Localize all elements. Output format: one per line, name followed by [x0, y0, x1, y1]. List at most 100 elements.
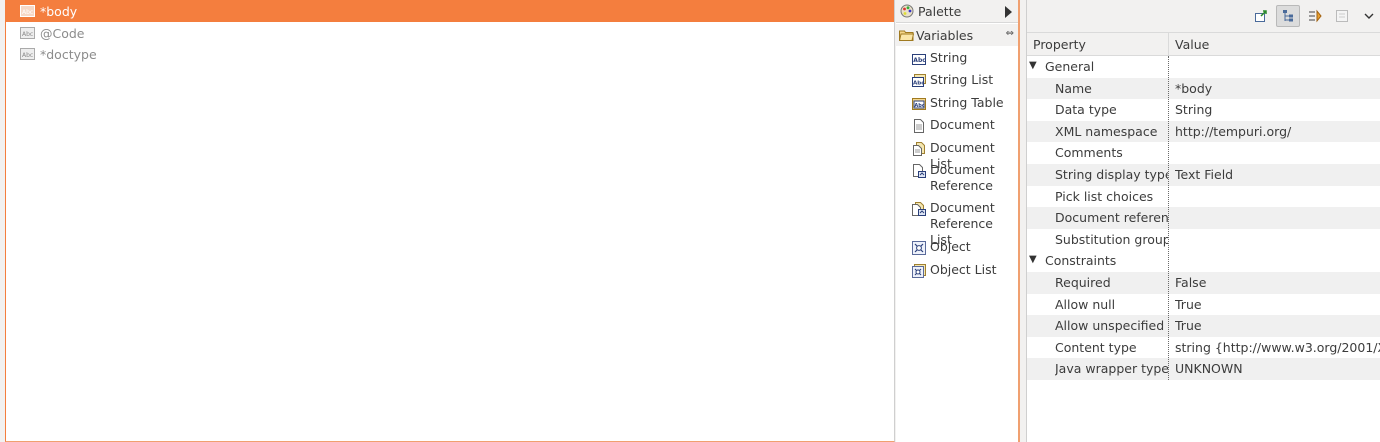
- svg-text:Abc: Abc: [914, 103, 924, 109]
- property-value[interactable]: False: [1175, 275, 1380, 290]
- open-folder-icon: [899, 30, 914, 41]
- property-name: Allow null: [1055, 296, 1116, 312]
- show-categories-button[interactable]: [1276, 5, 1300, 27]
- property-row[interactable]: Data type String: [1027, 99, 1380, 121]
- palette-item-label: Document: [930, 117, 995, 132]
- palette-item-label: String: [930, 50, 968, 65]
- document-reference-icon: [913, 164, 926, 178]
- tree-item-body[interactable]: Abc *body: [6, 0, 894, 22]
- palette-item-document-list[interactable]: Document List: [910, 139, 1018, 171]
- svg-text:Abc: Abc: [913, 57, 926, 64]
- palette-item-label: Document Reference: [930, 162, 995, 193]
- variable-tree[interactable]: Abc *body Abc @Code Abc *doctype: [5, 0, 895, 442]
- column-header-property[interactable]: Property: [1033, 37, 1086, 52]
- property-value[interactable]: *body: [1175, 81, 1380, 96]
- string-variable-icon: Abc: [20, 5, 35, 17]
- string-table-icon: Abc: [912, 98, 926, 110]
- property-name: Name: [1055, 80, 1092, 96]
- property-value[interactable]: String: [1175, 102, 1380, 117]
- palette-item-string-list[interactable]: Abc String List: [910, 71, 1018, 93]
- pin-to-selection-icon: [1255, 10, 1267, 22]
- palette-item-document[interactable]: Document: [910, 116, 1018, 138]
- palette-item-string-table[interactable]: Abc String Table: [910, 94, 1018, 116]
- property-row[interactable]: Required False: [1027, 272, 1380, 294]
- property-name: Content type: [1055, 339, 1137, 355]
- chevron-down-icon: [1364, 13, 1374, 19]
- variables-drawer[interactable]: Variables ⇔: [896, 24, 1018, 46]
- expand-twistie-icon[interactable]: ▼: [1029, 60, 1037, 71]
- expand-twistie-icon[interactable]: ▼: [1029, 254, 1037, 265]
- property-value[interactable]: string {http://www.w3.org/2001/XMLSchema…: [1175, 340, 1380, 355]
- show-advanced-button[interactable]: [1303, 5, 1327, 27]
- string-list-icon: Abc: [912, 74, 926, 87]
- object-icon: [912, 241, 926, 255]
- tree-item-label: *body: [40, 3, 78, 19]
- property-row[interactable]: String display type Text Field: [1027, 164, 1380, 186]
- tree-item-label: @Code: [40, 25, 85, 41]
- palette-item-object[interactable]: Object: [910, 238, 1018, 260]
- collapse-toggle-icon[interactable]: ⇔: [1006, 28, 1014, 39]
- property-row[interactable]: XML namespace http://tempuri.org/: [1027, 120, 1380, 143]
- svg-text:Abc: Abc: [22, 52, 33, 59]
- property-name: Comments: [1055, 145, 1123, 161]
- property-category-general[interactable]: ▼ General: [1027, 56, 1380, 78]
- properties-toolbar: [1027, 0, 1380, 32]
- property-row[interactable]: Substitution groups: [1027, 229, 1380, 251]
- property-row[interactable]: Name *body: [1027, 77, 1380, 100]
- property-row[interactable]: Allow unspecified fields True: [1027, 315, 1380, 337]
- property-name: Required: [1055, 275, 1111, 290]
- palette-item-label: String List: [930, 72, 994, 87]
- property-name: Substitution groups: [1055, 231, 1168, 247]
- property-value[interactable]: Text Field: [1175, 167, 1380, 182]
- properties-table-header: Property Value: [1027, 32, 1380, 57]
- restore-default-button[interactable]: [1330, 5, 1354, 27]
- property-row[interactable]: Document reference: [1027, 207, 1380, 229]
- svg-text:Abc: Abc: [22, 31, 33, 38]
- property-value[interactable]: http://tempuri.org/: [1175, 124, 1380, 139]
- string-variable-icon: Abc: [20, 27, 35, 39]
- property-category-constraints[interactable]: ▼ Constraints: [1027, 250, 1380, 272]
- palette-item-string[interactable]: Abc String: [910, 49, 1018, 71]
- palette-panel: Palette Variables ⇔ Abc String Abc Strin…: [896, 0, 1020, 442]
- tree-categories-icon: [1283, 10, 1293, 22]
- view-menu-button[interactable]: [1357, 5, 1380, 27]
- pin-button[interactable]: [1249, 5, 1273, 27]
- palette-icon: [900, 4, 914, 18]
- property-value[interactable]: True: [1175, 318, 1380, 333]
- column-header-value[interactable]: Value: [1175, 37, 1209, 52]
- category-label: General: [1045, 59, 1095, 74]
- column-dotted-divider: [1168, 56, 1169, 380]
- property-name: Allow unspecified fields: [1055, 318, 1168, 334]
- palette-item-object-list[interactable]: Object List: [910, 261, 1018, 283]
- property-name: Java wrapper type: [1055, 361, 1168, 377]
- property-row[interactable]: Comments: [1027, 142, 1380, 164]
- string-icon: Abc: [912, 54, 926, 65]
- svg-text:Abc: Abc: [913, 81, 924, 87]
- tree-item-code[interactable]: Abc @Code: [6, 22, 894, 44]
- object-list-icon: [912, 264, 926, 278]
- palette-item-label: Object List: [930, 262, 997, 277]
- property-row[interactable]: Java wrapper type UNKNOWN: [1027, 358, 1380, 380]
- palette-item-document-reference-list[interactable]: Document Reference List: [910, 199, 1018, 247]
- tree-item-doctype[interactable]: Abc *doctype: [6, 43, 894, 65]
- property-name: Document reference: [1055, 210, 1168, 226]
- property-name: XML namespace: [1055, 123, 1158, 139]
- string-variable-icon: Abc: [20, 48, 35, 60]
- property-row[interactable]: Pick list choices: [1027, 186, 1380, 208]
- document-reference-list-icon: [912, 202, 926, 216]
- palette-item-document-reference[interactable]: Document Reference: [910, 161, 1018, 199]
- document-icon: [914, 119, 924, 133]
- column-divider[interactable]: [1168, 33, 1169, 57]
- property-value[interactable]: True: [1175, 297, 1380, 312]
- property-value[interactable]: UNKNOWN: [1175, 361, 1380, 376]
- property-row[interactable]: Content type string {http://www.w3.org/20…: [1027, 337, 1380, 359]
- expand-arrow-icon[interactable]: [1005, 6, 1012, 18]
- drawer-title: Variables: [916, 28, 974, 43]
- restore-default-icon: [1336, 10, 1348, 22]
- tree-item-label: *doctype: [40, 46, 97, 62]
- property-row[interactable]: Allow null True: [1027, 294, 1380, 316]
- properties-view: Property Value ▼ General Name *body Data typ…: [1026, 0, 1380, 442]
- property-name: String display type: [1055, 167, 1168, 182]
- palette-header[interactable]: Palette: [896, 0, 1018, 23]
- document-list-icon: [913, 142, 925, 156]
